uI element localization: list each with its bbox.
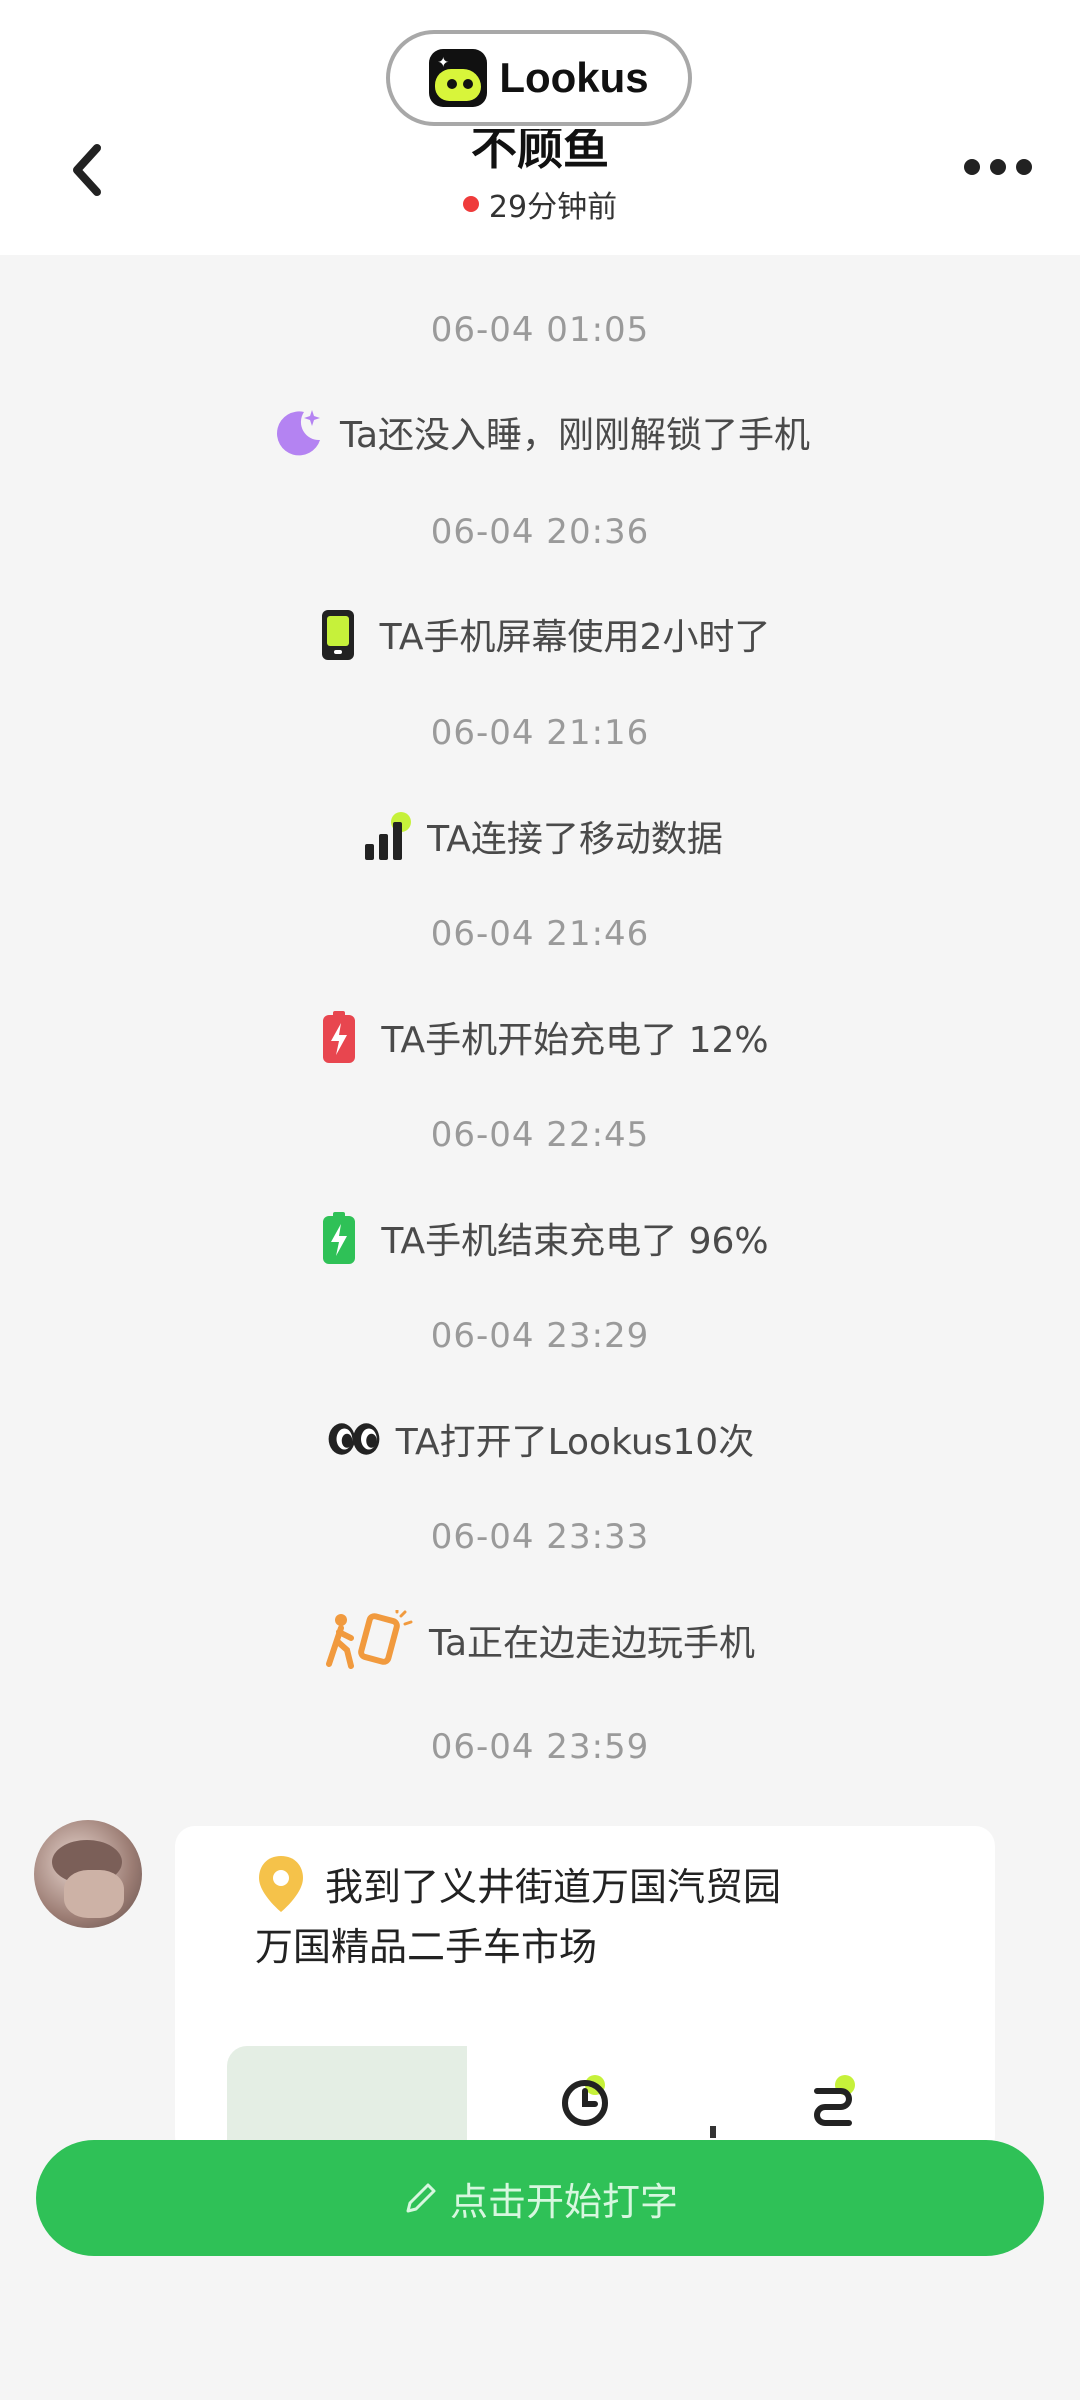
lookus-logo-icon: ✦ bbox=[429, 49, 488, 107]
walking-phone-icon bbox=[325, 1610, 415, 1669]
event-timestamp: 06-04 20:36 bbox=[430, 512, 650, 552]
event-text: TA手机结束充电了 96% bbox=[381, 1221, 769, 1262]
divider-mark bbox=[710, 2126, 716, 2138]
event-item: TA打开了Lookus10次 bbox=[0, 1411, 1080, 1467]
pencil-icon bbox=[402, 2179, 440, 2217]
signal-bars-icon bbox=[357, 808, 413, 864]
event-item: TA手机开始充电了 12% bbox=[0, 1009, 1080, 1065]
event-text: TA连接了移动数据 bbox=[427, 819, 723, 860]
event-item: TA手机屏幕使用2小时了 bbox=[0, 606, 1080, 662]
status-dot bbox=[462, 196, 479, 212]
event-timestamp: 06-04 21:16 bbox=[430, 713, 650, 753]
event-timestamp: 06-04 23:33 bbox=[430, 1517, 650, 1557]
start-typing-button[interactable]: 点击开始打字 bbox=[36, 2140, 1044, 2256]
last-seen-status: 29分钟前 bbox=[0, 182, 1080, 226]
event-timestamp: 06-04 01:05 bbox=[430, 310, 650, 350]
event-timestamp: 06-04 23:29 bbox=[430, 1316, 650, 1356]
event-timestamp: 06-04 22:45 bbox=[430, 1115, 650, 1155]
event-text: TA手机屏幕使用2小时了 bbox=[379, 617, 771, 658]
route-icon[interactable] bbox=[803, 2071, 863, 2135]
event-text: Ta还没入睡，刚刚解锁了手机 bbox=[339, 415, 811, 456]
event-timestamp: 06-04 21:46 bbox=[430, 914, 650, 954]
battery-low-icon bbox=[311, 1009, 367, 1065]
battery-full-icon bbox=[311, 1210, 367, 1266]
location-line-2: 万国精品二手车市场 bbox=[255, 1925, 598, 1969]
start-typing-label: 点击开始打字 bbox=[449, 2179, 678, 2224]
event-item: TA连接了移动数据 bbox=[0, 808, 1080, 864]
last-seen-text: 29分钟前 bbox=[488, 190, 618, 225]
event-item: Ta正在边走边玩手机 bbox=[0, 1610, 1080, 1669]
more-options-button[interactable] bbox=[958, 150, 1038, 184]
location-pin-icon bbox=[255, 1854, 307, 1914]
event-text: TA打开了Lookus10次 bbox=[395, 1422, 755, 1463]
event-item: TA手机结束充电了 96% bbox=[0, 1210, 1080, 1266]
more-dot bbox=[1016, 159, 1032, 175]
event-text: TA手机开始充电了 12% bbox=[381, 1020, 769, 1061]
history-clock-icon[interactable] bbox=[555, 2071, 615, 2135]
event-timestamp: 06-04 23:59 bbox=[430, 1727, 650, 1767]
app-name: Lookus bbox=[499, 54, 649, 101]
eyes-icon bbox=[326, 1411, 382, 1467]
location-message-card[interactable]: 我到了义井街道万国汽贸园 万国精品二手车市场 bbox=[175, 1826, 995, 2156]
more-dot bbox=[964, 159, 980, 175]
avatar[interactable] bbox=[34, 1820, 142, 1928]
event-item: Ta还没入睡，刚刚解锁了手机 bbox=[0, 404, 1080, 460]
app-overlay-pill[interactable]: ✦ Lookus bbox=[386, 30, 692, 126]
moon-icon bbox=[270, 404, 326, 460]
phone-screen-icon bbox=[310, 606, 366, 662]
more-dot bbox=[990, 159, 1006, 175]
event-text: Ta正在边走边玩手机 bbox=[428, 1623, 756, 1664]
location-line-1: 我到了义井街道万国汽贸园 bbox=[325, 1865, 782, 1909]
